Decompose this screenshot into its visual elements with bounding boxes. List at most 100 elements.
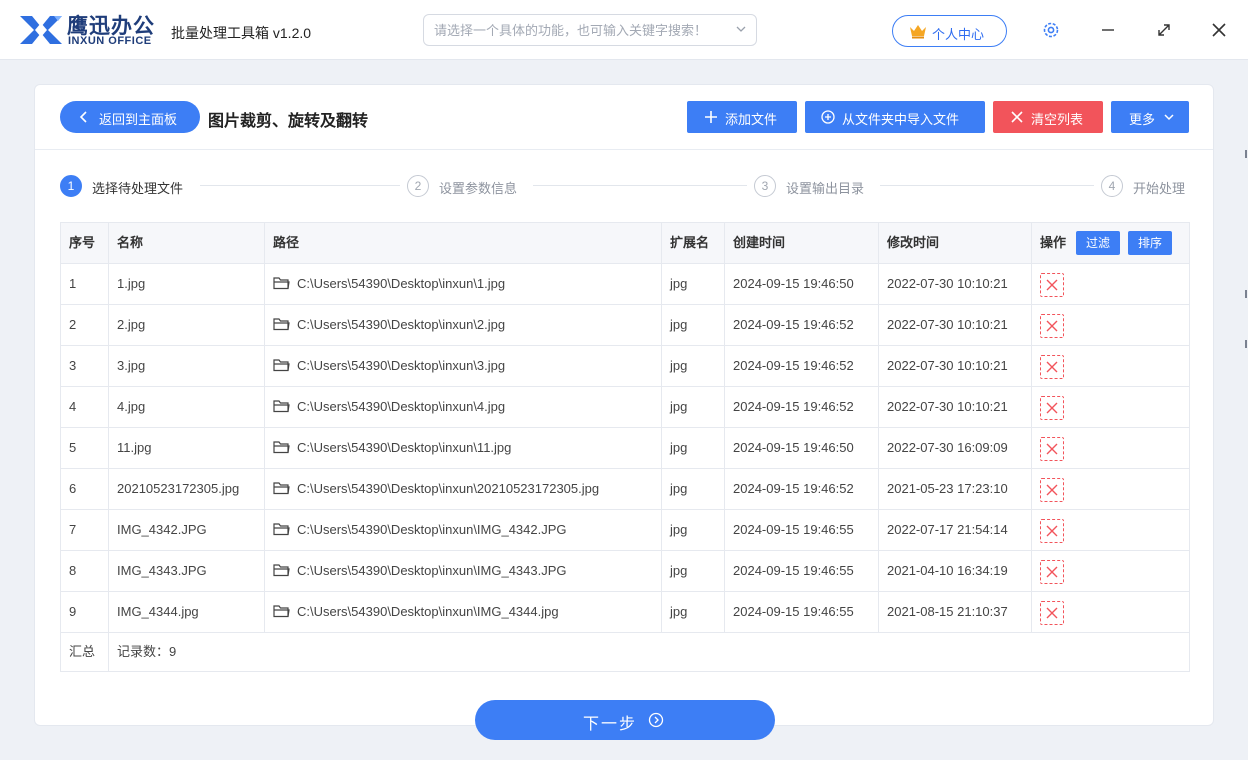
search-input[interactable] xyxy=(434,15,724,45)
chevron-down-icon[interactable] xyxy=(734,22,748,36)
cell-actions xyxy=(1032,592,1190,632)
header-name: 名称 xyxy=(109,223,265,263)
title-bar: 鹰迅办公 INXUN OFFICE 批量处理工具箱 v1.2.0 个人中心 xyxy=(0,0,1248,60)
path-text: C:\Users\54390\Desktop\inxun\IMG_4342.JP… xyxy=(297,522,567,537)
delete-row-button[interactable] xyxy=(1040,437,1064,461)
user-center-button[interactable]: 个人中心 xyxy=(892,15,1007,47)
cell-path[interactable]: C:\Users\54390\Desktop\inxun\4.jpg xyxy=(265,387,662,427)
next-step-button[interactable]: 下一步 xyxy=(475,700,775,740)
cell-actions xyxy=(1032,510,1190,550)
folder-icon xyxy=(273,564,290,577)
chevron-down-icon xyxy=(1164,114,1174,121)
crown-icon xyxy=(910,25,926,39)
delete-row-button[interactable] xyxy=(1040,355,1064,379)
record-count: 记录数：9 xyxy=(117,644,177,659)
folder-icon xyxy=(273,441,290,454)
cell-created: 2024-09-15 19:46:52 xyxy=(725,346,879,386)
table-row[interactable]: 2 2.jpg C:\Users\54390\Desktop\inxun\2.jpg… xyxy=(61,305,1189,346)
header-no: 序号 xyxy=(61,223,109,263)
path-text: C:\Users\54390\Desktop\inxun\2.jpg xyxy=(297,317,506,332)
delete-x-icon xyxy=(1046,443,1058,455)
table-row[interactable]: 5 11.jpg C:\Users\54390\Desktop\inxun\11.j… xyxy=(61,428,1189,469)
plus-circle-icon xyxy=(821,110,835,124)
cell-path[interactable]: C:\Users\54390\Desktop\inxun\IMG_4343.JP… xyxy=(265,551,662,591)
delete-row-button[interactable] xyxy=(1040,478,1064,502)
cell-ext: jpg xyxy=(662,264,725,304)
chevron-left-icon xyxy=(79,111,87,123)
main-panel: 返回到主面板 图片裁剪、旋转及翻转 添加文件 从文件夹中导入文件 清空列表 更多… xyxy=(34,84,1214,740)
cell-path[interactable]: C:\Users\54390\Desktop\inxun\IMG_4342.JP… xyxy=(265,510,662,550)
more-button[interactable]: 更多 xyxy=(1111,101,1189,133)
cell-path[interactable]: C:\Users\54390\Desktop\inxun\3.jpg xyxy=(265,346,662,386)
table-row[interactable]: 1 1.jpg C:\Users\54390\Desktop\inxun\1.jpg… xyxy=(61,264,1189,305)
step-label: 设置输出目录 xyxy=(786,181,865,196)
table-row[interactable]: 7 IMG_4342.JPG C:\Users\54390\Desktop\inxu… xyxy=(61,510,1189,551)
delete-row-button[interactable] xyxy=(1040,601,1064,625)
delete-x-icon xyxy=(1046,402,1058,414)
table-header: 序号 名称 路径 扩展名 创建时间 修改时间 操作 过滤 排序 xyxy=(61,223,1189,264)
close-icon[interactable] xyxy=(1211,22,1227,38)
table-row[interactable]: 6 20210523172305.jpg C:\Users\54390\Deskto… xyxy=(61,469,1189,510)
cell-name: 4.jpg xyxy=(109,387,265,427)
cell-actions xyxy=(1032,551,1190,591)
cell-created: 2024-09-15 19:46:50 xyxy=(725,428,879,468)
cell-name: 1.jpg xyxy=(109,264,265,304)
maximize-icon[interactable] xyxy=(1156,22,1172,38)
folder-icon xyxy=(273,482,290,495)
header-ext: 扩展名 xyxy=(662,223,725,263)
delete-row-button[interactable] xyxy=(1040,273,1064,297)
cell-path[interactable]: C:\Users\54390\Desktop\inxun\11.jpg xyxy=(265,428,662,468)
header-op-label: 操作 xyxy=(1040,235,1067,250)
cell-modified: 2022-07-30 16:09:09 xyxy=(879,428,1032,468)
user-center-label: 个人中心 xyxy=(932,27,985,42)
table-summary: 汇总 记录数：9 xyxy=(61,633,1189,671)
folder-icon xyxy=(273,523,290,536)
gear-icon[interactable] xyxy=(1041,20,1061,40)
folder-icon xyxy=(273,400,290,413)
minimize-icon[interactable] xyxy=(1100,22,1116,38)
clear-list-button[interactable]: 清空列表 xyxy=(993,101,1103,133)
cell-no: 3 xyxy=(61,346,109,386)
cell-name: 11.jpg xyxy=(109,428,265,468)
cell-path[interactable]: C:\Users\54390\Desktop\inxun\IMG_4344.jp… xyxy=(265,592,662,632)
table-row[interactable]: 3 3.jpg C:\Users\54390\Desktop\inxun\3.jpg… xyxy=(61,346,1189,387)
cell-path[interactable]: C:\Users\54390\Desktop\inxun\2.jpg xyxy=(265,305,662,345)
table-row[interactable]: 9 IMG_4344.jpg C:\Users\54390\Desktop\inxu… xyxy=(61,592,1189,633)
add-file-button[interactable]: 添加文件 xyxy=(687,101,797,133)
filter-button[interactable]: 过滤 xyxy=(1076,231,1120,255)
import-folder-label: 从文件夹中导入文件 xyxy=(842,112,960,127)
add-file-label: 添加文件 xyxy=(725,112,778,127)
delete-row-button[interactable] xyxy=(1040,314,1064,338)
cell-name: 2.jpg xyxy=(109,305,265,345)
cell-actions xyxy=(1032,264,1190,304)
x-icon xyxy=(1011,111,1023,123)
cell-path[interactable]: C:\Users\54390\Desktop\inxun\20210523172… xyxy=(265,469,662,509)
cell-ext: jpg xyxy=(662,510,725,550)
back-to-main-button[interactable]: 返回到主面板 xyxy=(60,101,200,133)
cell-no: 2 xyxy=(61,305,109,345)
cell-created: 2024-09-15 19:46:55 xyxy=(725,510,879,550)
cell-path[interactable]: C:\Users\54390\Desktop\inxun\1.jpg xyxy=(265,264,662,304)
delete-x-icon xyxy=(1046,525,1058,537)
delete-row-button[interactable] xyxy=(1040,519,1064,543)
cell-no: 1 xyxy=(61,264,109,304)
cell-ext: jpg xyxy=(662,305,725,345)
cell-created: 2024-09-15 19:46:52 xyxy=(725,305,879,345)
cell-no: 9 xyxy=(61,592,109,632)
step-label: 选择待处理文件 xyxy=(92,181,184,196)
step-number: 2 xyxy=(407,175,429,197)
cell-modified: 2022-07-17 21:54:14 xyxy=(879,510,1032,550)
sort-button[interactable]: 排序 xyxy=(1128,231,1172,255)
step-connector xyxy=(533,185,747,186)
delete-row-button[interactable] xyxy=(1040,560,1064,584)
cell-actions xyxy=(1032,387,1190,427)
import-folder-button[interactable]: 从文件夹中导入文件 xyxy=(805,101,985,133)
table-row[interactable]: 4 4.jpg C:\Users\54390\Desktop\inxun\4.jpg… xyxy=(61,387,1189,428)
table-row[interactable]: 8 IMG_4343.JPG C:\Users\54390\Desktop\inxu… xyxy=(61,551,1189,592)
cell-no: 6 xyxy=(61,469,109,509)
path-text: C:\Users\54390\Desktop\inxun\20210523172… xyxy=(297,481,600,496)
delete-x-icon xyxy=(1046,361,1058,373)
cell-created: 2024-09-15 19:46:55 xyxy=(725,551,879,591)
delete-row-button[interactable] xyxy=(1040,396,1064,420)
function-search[interactable] xyxy=(423,14,757,46)
